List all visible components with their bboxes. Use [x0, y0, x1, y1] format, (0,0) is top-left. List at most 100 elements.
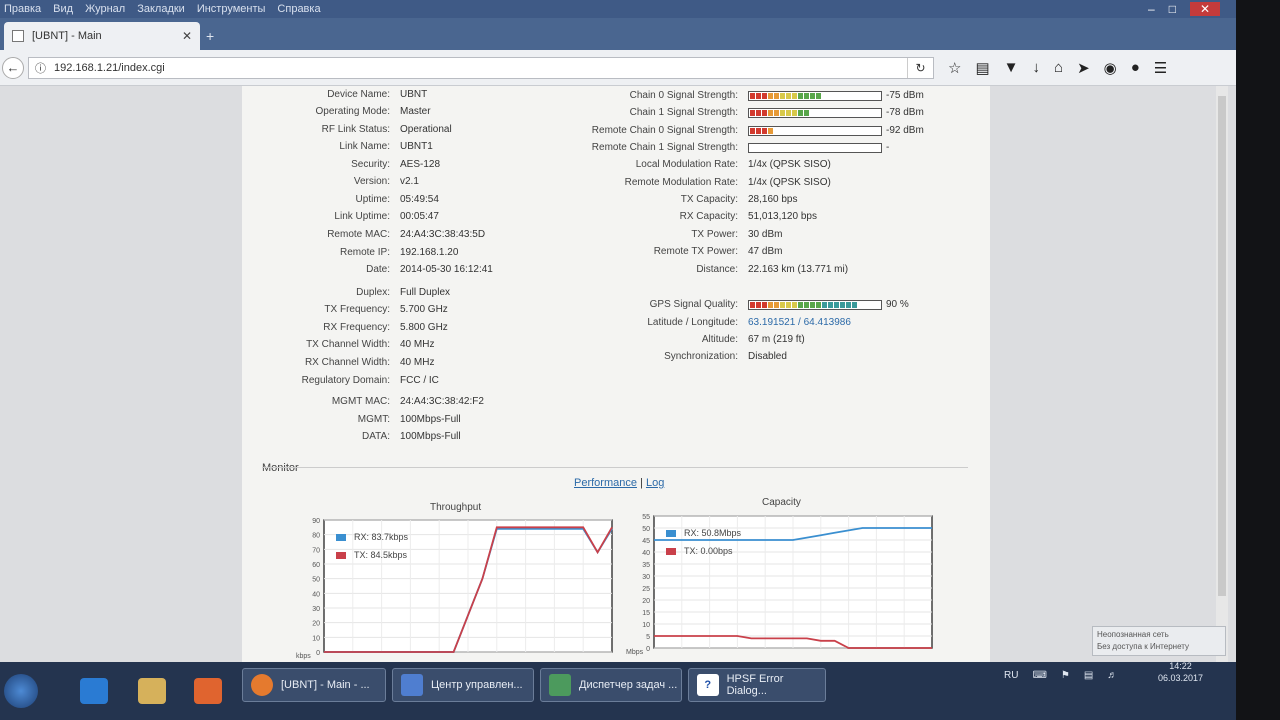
- menu-hamburger-icon[interactable]: ☰: [1154, 59, 1167, 77]
- menu-item[interactable]: Вид: [53, 3, 73, 15]
- menu-item[interactable]: Журнал: [85, 3, 125, 15]
- legend-label: RX: 50.8Mbps: [684, 528, 742, 538]
- send-icon[interactable]: ➤: [1077, 59, 1090, 77]
- bookmark-star-icon[interactable]: ☆: [948, 59, 961, 77]
- start-button[interactable]: [4, 674, 38, 708]
- y-tick-label: 10: [642, 622, 650, 629]
- meter-segment: [798, 110, 803, 116]
- meter-segment: [750, 110, 755, 116]
- taskbar-item-control-center[interactable]: Центр управлен...: [392, 668, 534, 702]
- network-center-icon: [401, 674, 423, 696]
- monitor-links: Performance | Log: [574, 477, 664, 489]
- page-info-icon[interactable]: ⓘ: [35, 60, 46, 76]
- media-player-icon[interactable]: [194, 678, 222, 704]
- download-icon[interactable]: ↓: [1033, 59, 1041, 77]
- meter-segment: [804, 93, 809, 99]
- menu-item[interactable]: Закладки: [137, 3, 185, 15]
- field-label: Distance:: [696, 264, 738, 275]
- browser-tab[interactable]: [UBNT] - Main ✕: [4, 22, 200, 50]
- language-indicator[interactable]: RU: [1004, 670, 1018, 681]
- y-tick-label: 0: [316, 650, 320, 657]
- taskbar-item-label: Центр управлен...: [431, 679, 523, 691]
- taskbar-item-error-dialog[interactable]: ? HPSF Error Dialog...: [688, 668, 826, 702]
- field-label: Synchronization:: [664, 351, 738, 362]
- y-tick-label: 70: [312, 547, 320, 554]
- y-tick-label: 30: [312, 606, 320, 613]
- menu-item[interactable]: Инструменты: [197, 3, 266, 15]
- meter-segment: [792, 110, 797, 116]
- internet-explorer-icon[interactable]: [80, 678, 108, 704]
- legend-swatch: [666, 548, 676, 555]
- legend-swatch: [336, 552, 346, 559]
- throughput-chart-title: Throughput: [430, 502, 482, 513]
- pocket-icon[interactable]: ▼: [1004, 59, 1019, 77]
- menu-item[interactable]: Правка: [4, 3, 41, 15]
- taskbar-clock[interactable]: 14:22 06.03.2017: [1158, 660, 1203, 684]
- y-tick-label: 15: [642, 610, 650, 617]
- field-value: 1/4x (QPSK SISO): [748, 177, 831, 188]
- addon-icon[interactable]: ●: [1131, 59, 1140, 77]
- url-bar[interactable]: ⓘ 192.168.1.21/index.cgi ↻: [28, 56, 934, 79]
- volume-icon[interactable]: ♬: [1107, 670, 1117, 681]
- new-tab-icon[interactable]: +: [206, 28, 214, 44]
- scrollbar-thumb[interactable]: [1218, 96, 1226, 596]
- field-label: Altitude:: [701, 334, 738, 345]
- help-icon: ?: [697, 674, 719, 696]
- window-controls: – □ ✕: [1148, 2, 1220, 16]
- meter-segment: [750, 128, 755, 134]
- meter-segment: [768, 128, 773, 134]
- system-tray: RU ⌨ ⚑ ▤ ♬: [1004, 670, 1117, 681]
- field-label: TX Power:: [691, 229, 738, 240]
- network-notification[interactable]: Неопознанная сеть Без доступа к Интернет…: [1092, 626, 1226, 656]
- minimize-icon[interactable]: –: [1148, 2, 1155, 16]
- field-label: Latitude / Longitude:: [647, 317, 738, 328]
- home-icon[interactable]: ⌂: [1054, 59, 1063, 77]
- field-value: 30 dBm: [748, 229, 783, 240]
- status-content: Device Name: UBNT Operating Mode: Master RF …: [242, 86, 990, 662]
- capacity-chart-title: Capacity: [762, 497, 801, 508]
- field-label: Chain 0 Signal Strength:: [629, 90, 738, 101]
- y-axis-unit: Mbps: [626, 649, 644, 656]
- meter-segment: [846, 302, 851, 308]
- y-tick-label: 0: [646, 646, 650, 653]
- meter-segment: [786, 302, 791, 308]
- meter-segment: [804, 302, 809, 308]
- menu-item[interactable]: Справка: [277, 3, 320, 15]
- y-tick-label: 30: [642, 574, 650, 581]
- taskbar-item-label: Диспетчер задач ...: [579, 679, 678, 691]
- back-icon[interactable]: ←: [2, 56, 24, 79]
- meter-segment: [756, 110, 761, 116]
- meter-segment: [822, 302, 827, 308]
- meter-segment: [762, 128, 767, 134]
- field-value: 47 dBm: [748, 246, 783, 257]
- field-value[interactable]: 63.191521 / 64.413986: [748, 316, 851, 330]
- log-link[interactable]: Log: [646, 477, 664, 489]
- meter-segment: [798, 302, 803, 308]
- field-label: Regulatory Domain:: [301, 375, 390, 386]
- reload-icon[interactable]: ↻: [907, 57, 933, 78]
- taskbar-item-task-manager[interactable]: Диспетчер задач ...: [540, 668, 682, 702]
- meter-segment: [768, 110, 773, 116]
- close-window-icon[interactable]: ✕: [1189, 2, 1220, 16]
- link-row: TX Capacity: 28,160 bps: [242, 193, 990, 207]
- close-tab-icon[interactable]: ✕: [182, 29, 192, 43]
- field-value: 100Mbps-Full: [400, 431, 461, 442]
- link-row: TX Power: 30 dBm: [242, 228, 990, 242]
- task-manager-icon: [549, 674, 571, 696]
- page-scrollbar[interactable]: [1216, 86, 1228, 662]
- keyboard-icon[interactable]: ⌨: [1032, 670, 1046, 681]
- clock-date: 06.03.2017: [1158, 673, 1204, 683]
- meter-value: 90 %: [886, 299, 909, 310]
- flag-icon[interactable]: ⚑: [1061, 670, 1070, 681]
- extension-icon[interactable]: ◉: [1104, 59, 1117, 77]
- y-tick-label: 40: [312, 591, 320, 598]
- navigation-bar: ← ⓘ 192.168.1.21/index.cgi ↻ ☆ ▤ ▼ ↓ ⌂ ➤…: [0, 50, 1236, 86]
- taskbar-item-firefox[interactable]: [UBNT] - Main - ...: [242, 668, 386, 702]
- reading-list-icon[interactable]: ▤: [975, 59, 989, 77]
- file-explorer-icon[interactable]: [138, 678, 166, 704]
- performance-link[interactable]: Performance: [574, 477, 637, 489]
- info-row: Regulatory Domain: FCC / IC: [242, 374, 990, 388]
- maximize-icon[interactable]: □: [1169, 2, 1176, 16]
- network-icon[interactable]: ▤: [1084, 670, 1093, 681]
- link-row: Remote TX Power: 47 dBm: [242, 245, 990, 259]
